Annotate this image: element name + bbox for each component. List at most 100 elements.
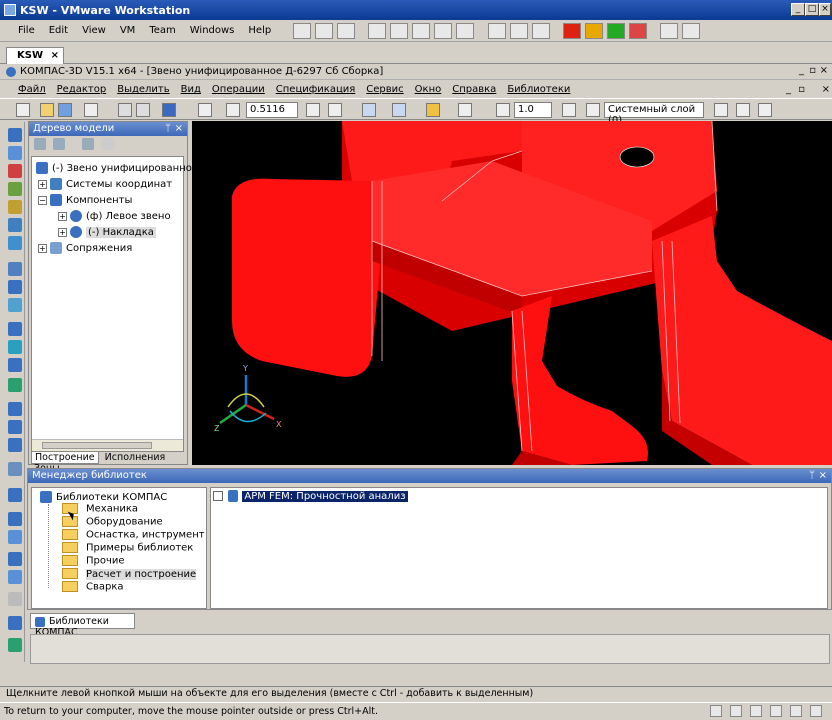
kmenu-editor[interactable]: Редактор [57,84,107,95]
kmenu-close-icon[interactable]: × [822,84,830,95]
kmenu-operations[interactable]: Операции [212,84,265,95]
kinematic-icon[interactable] [8,218,22,232]
layer-select[interactable]: Системный слой (0) [604,102,704,126]
tree-overlay[interactable]: + (-) Накладка [58,226,156,238]
lib-close-icon[interactable]: × [819,470,827,481]
layer-tool-icon[interactable] [736,103,750,117]
print-icon[interactable] [84,103,98,117]
tree-coord-systems[interactable]: + Системы координат [38,178,172,190]
close-button[interactable]: × [819,3,831,16]
cd-icon[interactable] [730,705,742,717]
tab-ksw[interactable]: KSW × [6,47,64,64]
add-component-icon[interactable] [8,146,22,160]
sheet-metal-icon[interactable] [8,438,22,452]
maximize-button[interactable]: □ [805,3,819,16]
mates-icon[interactable] [8,322,22,336]
kmenu-file[interactable]: Файл [18,84,46,95]
tab-close-icon[interactable]: × [51,50,59,61]
tool-icon-15[interactable] [8,488,22,502]
sketch-icon[interactable] [8,164,22,178]
kmenu-window[interactable]: Окно [415,84,442,95]
tree-left-link[interactable]: + (ф) Левое звено [58,210,171,222]
view-summary-icon[interactable] [434,22,453,39]
snapshot-manager-icon[interactable] [337,22,356,39]
lib-pin-icon[interactable]: ᛘ [809,470,815,481]
kompas-close-icon[interactable]: × [820,65,828,76]
kmenu-minimize-icon[interactable]: _ [786,84,791,95]
power-on-icon[interactable] [606,22,625,39]
lib-folder-calculation[interactable]: Расчет и построение [62,568,197,580]
tool-icon-22[interactable] [8,638,22,652]
loft-icon[interactable] [8,236,22,250]
kmenu-libraries[interactable]: Библиотеки [507,84,570,95]
menu-windows[interactable]: Windows [190,25,235,36]
grid-icon[interactable] [496,103,510,117]
pan-icon[interactable] [306,103,320,117]
reports-icon[interactable] [8,402,22,416]
orientation-icon[interactable] [362,103,376,117]
open-icon[interactable] [40,103,54,117]
view-console-icon[interactable] [456,22,475,39]
tree-view-icon[interactable] [34,138,46,150]
model-tree-close-icon[interactable]: × [175,123,183,134]
view-normal-icon[interactable] [368,22,387,39]
suspend-icon[interactable] [584,22,603,39]
model-viewport[interactable]: Y X Z [192,121,832,465]
reset-icon[interactable] [628,22,647,39]
pin-icon[interactable]: ᛘ [165,123,171,134]
menu-help[interactable]: Help [248,25,271,36]
kmenu-service[interactable]: Сервис [366,84,403,95]
view-fullscreen-icon[interactable] [390,22,409,39]
section-icon[interactable] [458,103,472,117]
hdd-icon[interactable] [710,705,722,717]
power-off-icon[interactable] [562,22,581,39]
lib-item-apm-fem[interactable]: APM FEM: Прочностной анализ [213,490,408,502]
display-mode-icon[interactable] [392,103,406,117]
kmenu-help[interactable]: Справка [452,84,496,95]
record-icon[interactable] [659,22,678,39]
zoom-window-icon[interactable] [198,103,212,117]
diagnostics-icon[interactable] [8,358,22,372]
kmenu-specification[interactable]: Спецификация [276,84,356,95]
snapshot-icon[interactable] [293,22,312,39]
view-team-icon[interactable] [509,22,528,39]
lib-folder-examples[interactable]: Примеры библиотек [62,542,193,554]
tool-icon-18[interactable] [8,552,22,566]
collapse-icon[interactable]: − [38,195,47,205]
view-options-icon[interactable] [531,22,550,39]
view-quick-switch-icon[interactable] [412,22,431,39]
library-bottom-tab[interactable]: Библиотеки КОМПАС [30,613,135,638]
expand-icon[interactable]: + [58,211,67,221]
sound-icon[interactable] [810,705,822,717]
tool-icon-16[interactable] [8,512,22,526]
kmenu-select[interactable]: Выделить [117,84,169,95]
kmenu-restore-icon[interactable]: ▫ [798,84,805,95]
lib-folder-other[interactable]: Прочие [62,555,125,567]
new-document-icon[interactable] [16,103,30,117]
kompas-minimize-icon[interactable]: _ [799,65,804,76]
rotate-icon[interactable] [328,103,342,117]
layers-icon[interactable] [586,103,600,117]
edit-assembly-icon[interactable] [8,128,22,142]
expand-icon[interactable]: + [38,179,47,189]
tool-icon-20[interactable] [8,592,22,606]
surfaces-icon[interactable] [8,280,22,294]
scale-field[interactable]: 0.5116 [246,102,298,118]
properties-icon[interactable] [162,103,176,117]
undo-icon[interactable] [118,103,132,117]
redo-icon[interactable] [136,103,150,117]
zoom-icon[interactable] [226,103,240,117]
spec-icon[interactable] [8,378,22,392]
menu-view[interactable]: View [82,25,106,36]
extrude-icon[interactable] [8,182,22,196]
floppy-icon[interactable] [750,705,762,717]
replay-icon[interactable] [681,22,700,39]
tree-mates[interactable]: + Сопряжения [38,242,132,254]
perspective-icon[interactable] [426,103,440,117]
elements-icon[interactable] [8,420,22,434]
menu-team[interactable]: Team [149,25,175,36]
tree-hscrollbar[interactable] [32,439,183,451]
rotate-op-icon[interactable] [8,200,22,214]
menu-edit[interactable]: Edit [49,25,68,36]
tool-icon-21[interactable] [8,616,22,630]
